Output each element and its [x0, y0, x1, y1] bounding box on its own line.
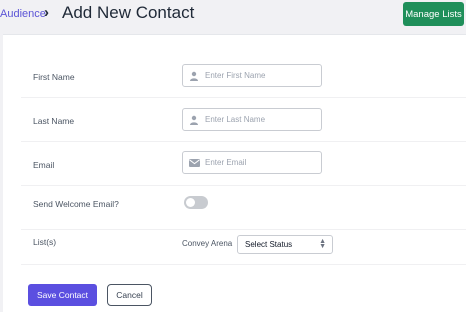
first-name-field[interactable] [182, 64, 322, 87]
contact-form-card: First Name Last Name Email Send Welcome … [3, 34, 466, 312]
breadcrumb-audience-link[interactable]: Audience [0, 8, 46, 20]
select-chevron-icon: ▲ ▼ [319, 238, 326, 250]
email-field[interactable] [182, 151, 322, 174]
email-row: Email [21, 142, 466, 186]
first-name-row: First Name [21, 54, 466, 98]
first-name-input[interactable] [205, 71, 315, 80]
cancel-button[interactable]: Cancel [107, 284, 152, 306]
user-icon [183, 71, 205, 81]
list-name-convey-arena: Convey Arena [182, 239, 233, 248]
manage-lists-button[interactable]: Manage Lists [403, 2, 464, 26]
user-icon [183, 115, 205, 125]
toggle-knob [186, 198, 195, 207]
email-label: Email [33, 160, 55, 170]
first-name-label: First Name [33, 72, 75, 82]
last-name-row: Last Name [21, 98, 466, 142]
page-title: Add New Contact [62, 3, 195, 22]
welcome-email-toggle[interactable] [184, 196, 208, 209]
envelope-icon [183, 158, 205, 167]
email-input[interactable] [205, 158, 315, 167]
last-name-input[interactable] [205, 115, 315, 124]
list-status-select[interactable]: Select Status ▲ ▼ [237, 235, 333, 254]
breadcrumb-separator: › [44, 4, 49, 21]
list-status-value: Select Status [245, 240, 293, 249]
save-contact-button[interactable]: Save Contact [28, 284, 97, 306]
page-header: Audience › Add New Contact Manage Lists [0, 0, 466, 30]
lists-label: List(s) [33, 237, 57, 247]
last-name-label: Last Name [33, 116, 75, 126]
lists-row: List(s) Convey Arena Select Status ▲ ▼ [21, 221, 466, 265]
last-name-field[interactable] [182, 108, 322, 131]
welcome-email-label: Send Welcome Email? [33, 199, 119, 209]
